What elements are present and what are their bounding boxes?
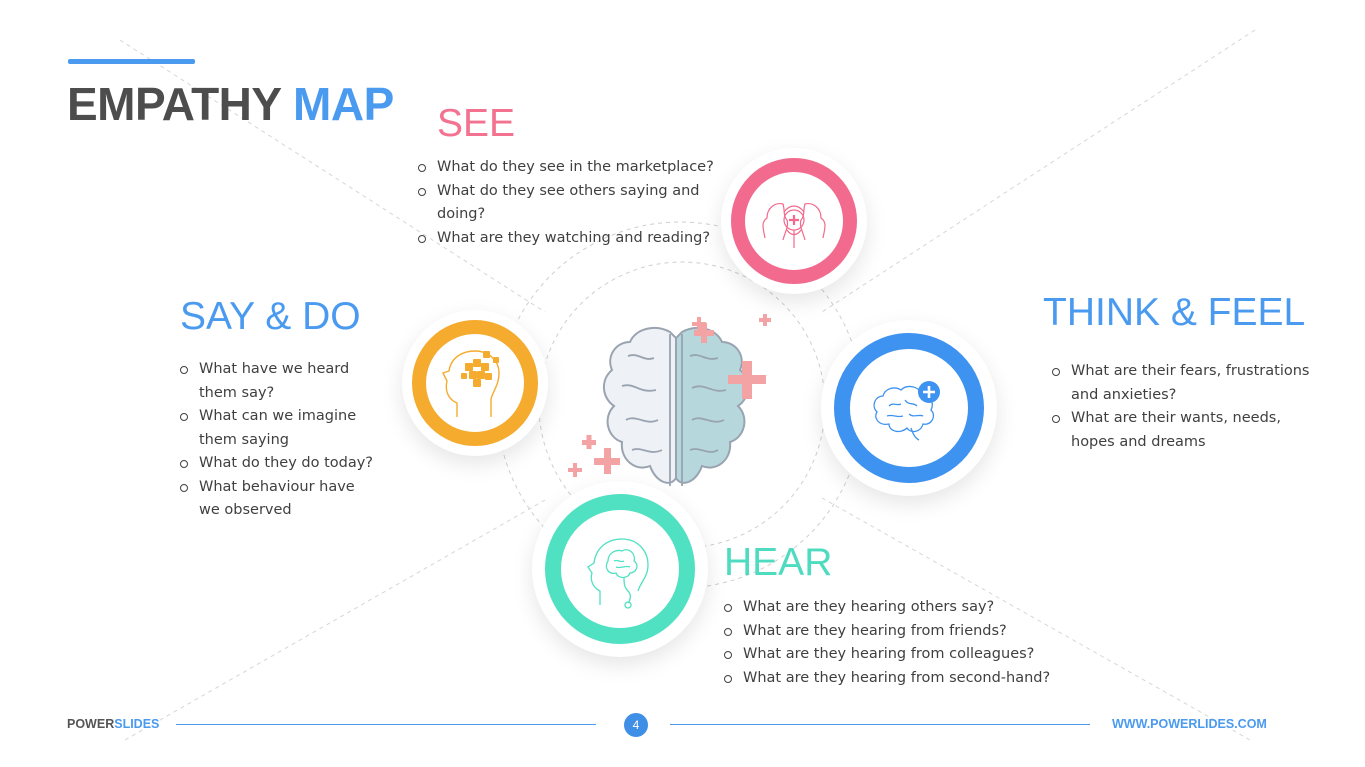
head-brain-icon: [762, 203, 826, 248]
see-circle: [721, 148, 867, 294]
list-item: What are they hearing from friends?: [724, 620, 1064, 644]
think-feel-circle: [821, 320, 997, 496]
footer-brand-part-2: SLIDES: [114, 717, 160, 731]
footer-divider-right: [670, 724, 1090, 725]
list-item: What do they do today?: [180, 452, 380, 476]
say-do-title: SAY & DO: [180, 295, 361, 338]
head-puzzle-icon: [442, 350, 500, 417]
list-item: What do they see others saying and doing…: [418, 180, 748, 227]
list-item: What are they hearing from colleagues?: [724, 643, 1064, 667]
head-brain-icon: [587, 538, 649, 609]
think-feel-title: THINK & FEEL: [1043, 291, 1306, 334]
footer-brand-part-1: POWER: [67, 717, 115, 731]
title-part-1: EMPATHY: [67, 78, 281, 130]
list-item: What are their fears, frustrations and a…: [1052, 360, 1312, 407]
footer-divider-left: [176, 724, 596, 725]
hear-ring: [545, 494, 695, 644]
page-title: EMPATHY MAP: [67, 77, 394, 131]
say-do-question-list: What have we heard them say? What can we…: [180, 358, 380, 523]
say-do-ring: [412, 320, 538, 446]
footer-url[interactable]: WWW.POWERLIDES.COM: [1112, 717, 1267, 731]
list-item: What are they hearing others say?: [724, 596, 1064, 620]
footer-brand: POWERSLIDES: [67, 717, 159, 731]
think-feel-question-list: What are their fears, frustrations and a…: [1052, 360, 1312, 454]
title-part-2: MAP: [293, 78, 394, 130]
brain-plus-icon: [873, 381, 940, 441]
list-item: What behaviour have we observed: [180, 476, 380, 523]
page-number: 4: [624, 713, 648, 737]
see-title: SEE: [437, 102, 516, 145]
hear-circle: [532, 481, 708, 657]
list-item: What do they see in the marketplace?: [418, 156, 748, 180]
see-ring: [731, 158, 857, 284]
list-item: What are they hearing from second-hand?: [724, 667, 1064, 691]
list-item: What can we imagine them saying: [180, 405, 380, 452]
see-question-list: What do they see in the marketplace? Wha…: [418, 156, 748, 250]
list-item: What are they watching and reading?: [418, 227, 748, 251]
hear-question-list: What are they hearing others say? What a…: [724, 596, 1064, 690]
brain-icon: [568, 314, 771, 486]
hear-title: HEAR: [724, 541, 833, 584]
say-do-circle: [402, 310, 548, 456]
think-feel-ring: [834, 333, 984, 483]
list-item: What are their wants, needs, hopes and d…: [1052, 407, 1312, 454]
list-item: What have we heard them say?: [180, 358, 380, 405]
title-accent-bar: [68, 59, 195, 64]
